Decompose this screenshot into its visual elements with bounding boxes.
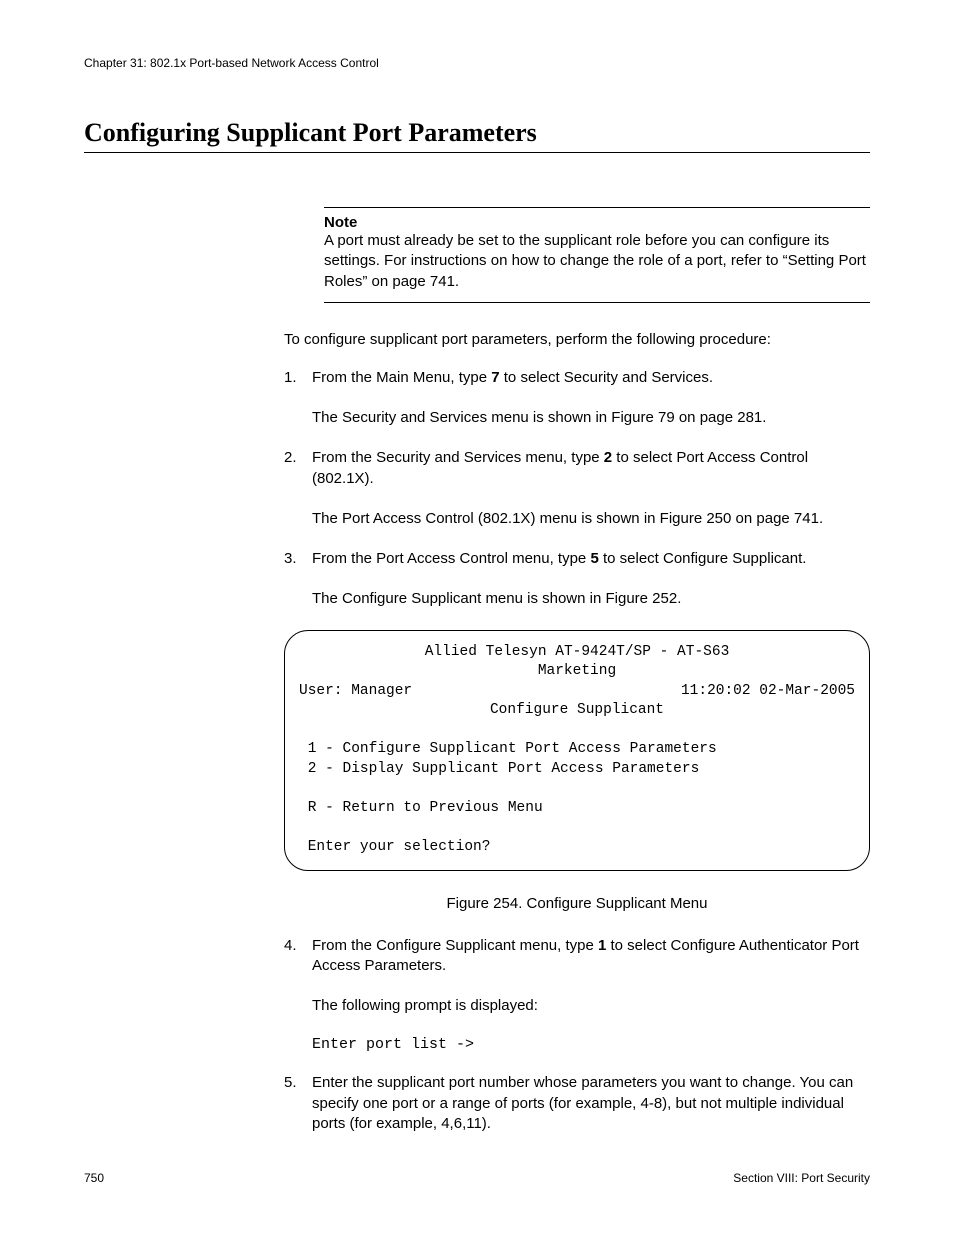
- step-text: From the Main Menu, type: [312, 369, 491, 386]
- terminal-subtitle: Marketing: [299, 662, 855, 682]
- step-text: to select Configure Supplicant.: [599, 550, 807, 567]
- note-box: Note A port must already be set to the s…: [324, 207, 870, 303]
- step-body: From the Main Menu, type 7 to select Sec…: [312, 368, 870, 388]
- terminal-menu-title: Configure Supplicant: [299, 701, 855, 721]
- intro-paragraph: To configure supplicant port parameters,…: [284, 331, 870, 348]
- document-page: Chapter 31: 802.1x Port-based Network Ac…: [0, 0, 954, 1235]
- step-2: 2. From the Security and Services menu, …: [284, 448, 870, 489]
- terminal-screen: Allied Telesyn AT-9424T/SP - AT-S63Marke…: [284, 630, 870, 871]
- terminal-option: R - Return to Previous Menu: [299, 799, 855, 819]
- step-4: 4. From the Configure Supplicant menu, t…: [284, 936, 870, 977]
- step-5: 5. Enter the supplicant port number whos…: [284, 1073, 870, 1134]
- step-text: From the Configure Supplicant menu, type: [312, 937, 598, 954]
- main-content: Note A port must already be set to the s…: [324, 207, 870, 1134]
- step-key: 2: [604, 449, 612, 466]
- step-1: 1. From the Main Menu, type 7 to select …: [284, 368, 870, 388]
- terminal-timestamp: 11:20:02 02-Mar-2005: [681, 682, 855, 702]
- step-result: The following prompt is displayed:: [312, 996, 870, 1016]
- step-number: 2.: [284, 448, 312, 489]
- step-body: From the Port Access Control menu, type …: [312, 549, 870, 569]
- step-number: 4.: [284, 936, 312, 977]
- step-body: From the Security and Services menu, typ…: [312, 448, 870, 489]
- terminal-option: 2 - Display Supplicant Port Access Param…: [299, 760, 855, 780]
- page-number: 750: [84, 1171, 104, 1185]
- step-body: From the Configure Supplicant menu, type…: [312, 936, 870, 977]
- terminal-prompt: Enter your selection?: [299, 838, 855, 858]
- step-text: From the Port Access Control menu, type: [312, 550, 590, 567]
- page-footer: 750 Section VIII: Port Security: [84, 1171, 870, 1185]
- step-number: 5.: [284, 1073, 312, 1134]
- chapter-header: Chapter 31: 802.1x Port-based Network Ac…: [84, 56, 870, 70]
- section-title: Configuring Supplicant Port Parameters: [84, 118, 870, 153]
- step-result: The Security and Services menu is shown …: [312, 408, 870, 428]
- terminal-user: User: Manager: [299, 682, 412, 702]
- step-result: The Configure Supplicant menu is shown i…: [312, 589, 870, 609]
- step-3: 3. From the Port Access Control menu, ty…: [284, 549, 870, 569]
- section-label: Section VIII: Port Security: [733, 1171, 870, 1185]
- step-key: 5: [590, 550, 598, 567]
- terminal-title: Allied Telesyn AT-9424T/SP - AT-S63: [299, 643, 855, 663]
- step-text: to select Security and Services.: [500, 369, 713, 386]
- step-text: Enter the supplicant port number whose p…: [312, 1074, 853, 1132]
- step-number: 3.: [284, 549, 312, 569]
- terminal-option: 1 - Configure Supplicant Port Access Par…: [299, 740, 855, 760]
- step-result: The Port Access Control (802.1X) menu is…: [312, 509, 870, 529]
- step-key: 7: [491, 369, 499, 386]
- note-label: Note: [324, 214, 870, 231]
- step-text: From the Security and Services menu, typ…: [312, 449, 604, 466]
- step-body: Enter the supplicant port number whose p…: [312, 1073, 870, 1134]
- step-number: 1.: [284, 368, 312, 388]
- note-text: A port must already be set to the suppli…: [324, 231, 870, 292]
- terminal-inline-prompt: Enter port list ->: [312, 1036, 870, 1053]
- figure-caption: Figure 254. Configure Supplicant Menu: [284, 895, 870, 912]
